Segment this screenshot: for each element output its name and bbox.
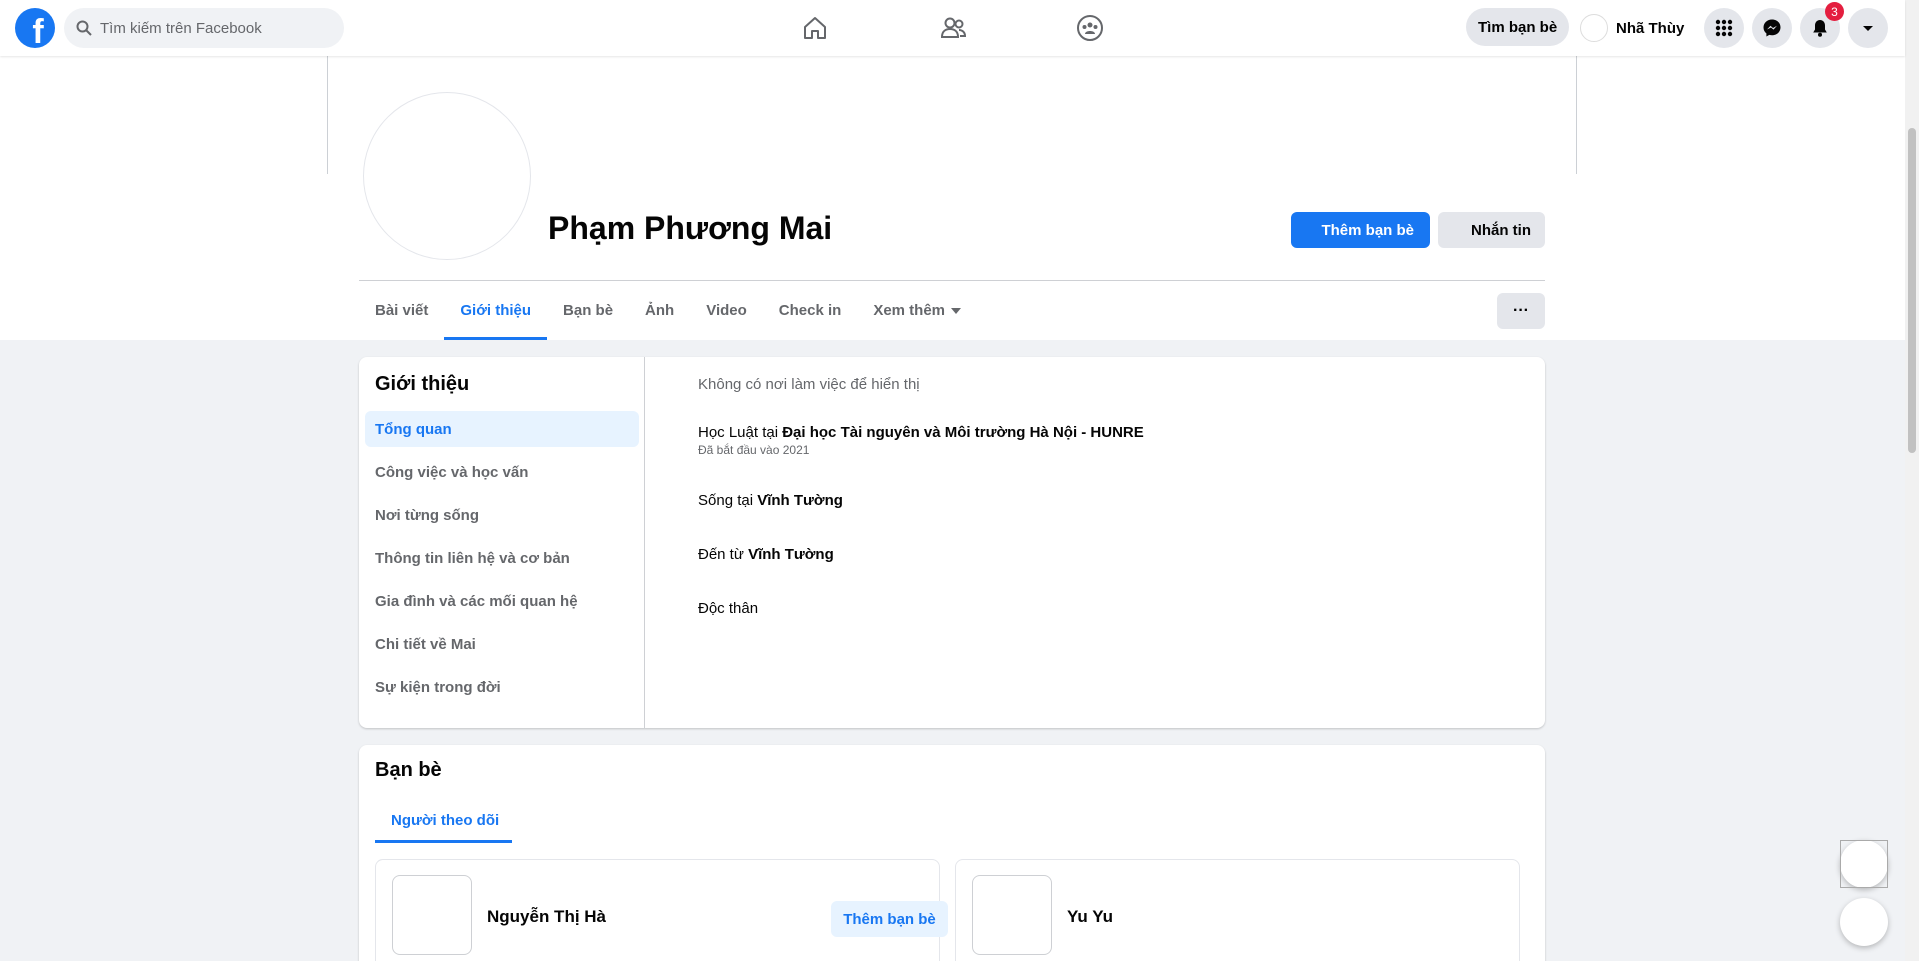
tab-label: Giới thiệu — [460, 302, 532, 319]
friend-card[interactable]: Yu Yu — [955, 859, 1520, 961]
profile-avatar[interactable] — [363, 92, 531, 260]
friends-card: Bạn bè Người theo dõi Nguyễn Thị Hà Thêm… — [359, 745, 1545, 961]
tab-see-more[interactable]: Xem thêm — [857, 281, 977, 340]
about-sidebar: Giới thiệu Tổng quan Công việc và học vấ… — [359, 357, 645, 728]
friend-card[interactable]: Nguyễn Thị Hà Thêm bạn bè — [375, 859, 948, 961]
search-icon — [76, 20, 92, 36]
user-profile-chip[interactable]: Nhã Thùy — [1580, 12, 1684, 44]
new-message-bubble[interactable] — [1840, 898, 1888, 946]
page-scrollbar[interactable] — [1905, 0, 1919, 961]
about-title: Giới thiệu — [375, 373, 470, 395]
tab-label: Video — [706, 302, 747, 319]
scrollbar-thumb[interactable] — [1908, 128, 1916, 453]
user-name: Nhã Thùy — [1616, 19, 1685, 37]
hometown-row: Đến từ Vĩnh Tường — [698, 546, 834, 563]
friend-name[interactable]: Yu Yu — [1067, 907, 1113, 927]
education-prefix: Học Luật tại — [698, 424, 783, 441]
about-menu-life-events[interactable]: Sự kiện trong đời — [365, 669, 639, 705]
messenger-icon — [1763, 19, 1781, 37]
tab-label: Check in — [778, 302, 842, 319]
current-city-row: Sống tại Vĩnh Tường — [698, 492, 843, 509]
avatar[interactable] — [392, 875, 472, 955]
search-input[interactable] — [100, 19, 330, 37]
tab-about[interactable]: Giới thiệu — [444, 281, 547, 340]
chevron-down-icon — [951, 307, 962, 314]
menu-grid-icon — [1715, 19, 1733, 37]
chat-head[interactable] — [1840, 840, 1888, 888]
bell-icon — [1813, 20, 1827, 37]
more-options-button[interactable]: ··· — [1497, 293, 1545, 329]
about-menu-contact-basic-info[interactable]: Thông tin liên hệ và cơ bản — [365, 540, 639, 576]
about-menu: Tổng quan Công việc và học vấn Nơi từng … — [365, 411, 639, 712]
education-row: Học Luật tại Đại học Tài nguyên và Môi t… — [698, 424, 1144, 441]
message-button[interactable]: Nhắn tin — [1438, 212, 1545, 248]
cover-border-right — [1576, 56, 1577, 174]
groups-icon[interactable] — [1072, 10, 1108, 46]
about-menu-work-education[interactable]: Công việc và học vấn — [365, 454, 639, 490]
tab-label: Xem thêm — [873, 302, 946, 319]
add-friend-button[interactable]: Thêm bạn bè — [1291, 212, 1430, 248]
friends-icon[interactable] — [935, 10, 971, 46]
home-icon[interactable] — [797, 10, 833, 46]
menu-grid-button[interactable] — [1704, 8, 1744, 48]
tab-followers[interactable]: Người theo dõi — [375, 801, 512, 843]
education-start-date: Đã bắt đầu vào 2021 — [698, 443, 810, 457]
about-menu-overview[interactable]: Tổng quan — [365, 411, 639, 447]
facebook-logo-letter: f — [32, 13, 44, 48]
about-menu-places-lived[interactable]: Nơi từng sống — [365, 497, 639, 533]
about-menu-family-relationships[interactable]: Gia đình và các mối quan hệ — [365, 583, 639, 619]
avatar — [1580, 14, 1608, 42]
education-school-link[interactable]: Đại học Tài nguyên và Môi trường Hà Nội … — [782, 424, 1144, 441]
tab-videos[interactable]: Video — [690, 281, 763, 340]
tab-photos[interactable]: Ảnh — [629, 281, 690, 340]
current-city-prefix: Sống tại — [698, 492, 758, 509]
no-workplace-text: Không có nơi làm việc để hiển thị — [698, 376, 920, 393]
broken-image-icon — [1840, 840, 1888, 888]
notification-badge: 3 — [1825, 2, 1844, 21]
tab-posts[interactable]: Bài viết — [359, 281, 444, 340]
about-card: Giới thiệu Tổng quan Công việc và học vấ… — [359, 357, 1545, 728]
account-caret-icon — [1863, 26, 1873, 31]
current-city-link[interactable]: Vĩnh Tường — [757, 492, 843, 509]
friend-name[interactable]: Nguyễn Thị Hà — [487, 907, 606, 927]
tab-label: Ảnh — [645, 302, 675, 319]
tab-friends[interactable]: Bạn bè — [547, 281, 629, 340]
tab-check-ins[interactable]: Check in — [763, 281, 858, 340]
profile-name: Phạm Phương Mai — [548, 210, 833, 246]
tab-label: Bài viết — [375, 302, 429, 319]
tab-label: Bạn bè — [563, 302, 614, 319]
account-menu-button[interactable] — [1848, 8, 1888, 48]
messenger-button[interactable] — [1752, 8, 1792, 48]
relationship-status: Độc thân — [698, 600, 759, 617]
find-friends-button[interactable]: Tìm bạn bè — [1466, 8, 1570, 46]
hometown-link[interactable]: Vĩnh Tường — [748, 546, 834, 563]
profile-tabs: Bài viết Giới thiệu Bạn bè Ảnh Video Che… — [359, 281, 977, 340]
facebook-logo[interactable]: f — [15, 8, 55, 48]
about-menu-details[interactable]: Chi tiết về Mai — [365, 626, 639, 662]
friends-title: Bạn bè — [375, 759, 442, 781]
add-friend-button[interactable]: Thêm bạn bè — [831, 901, 948, 937]
notifications-button[interactable]: 3 — [1800, 2, 1844, 48]
search-box[interactable] — [64, 8, 344, 48]
top-navigation-bar: f Tìm bạn bè Nhã Thùy 3 — [0, 0, 1905, 56]
hometown-prefix: Đến từ — [698, 546, 749, 563]
cover-border-left — [327, 56, 328, 174]
avatar[interactable] — [972, 875, 1052, 955]
